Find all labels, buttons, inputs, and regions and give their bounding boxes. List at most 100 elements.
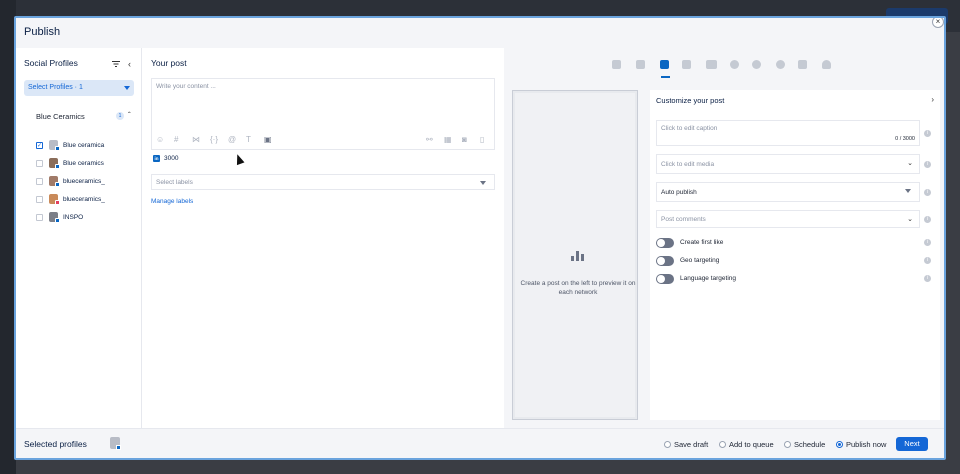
manage-labels-link[interactable]: Manage labels: [151, 198, 193, 205]
caption-field[interactable]: Click to edit caption 0 / 3000: [656, 120, 920, 146]
selected-profiles-label: Selected profiles: [24, 439, 87, 449]
info-icon[interactable]: i: [924, 275, 931, 282]
profile-checkbox[interactable]: [36, 178, 43, 185]
close-icon[interactable]: ×: [932, 18, 944, 28]
chevron-down-icon: [124, 86, 130, 90]
camera-icon[interactable]: ◙: [462, 135, 467, 144]
profile-group-name: Blue Ceramics: [36, 112, 85, 121]
select-profiles-label: Select Profiles · 1: [28, 84, 83, 91]
text-format-icon[interactable]: T: [246, 135, 251, 144]
instagram-icon[interactable]: [636, 60, 645, 69]
collapse-panel-icon[interactable]: ‹: [128, 59, 131, 69]
profile-item[interactable]: ✓ Blue ceramica: [36, 140, 136, 152]
publish-mode-select[interactable]: Auto publish: [656, 182, 920, 202]
profile-name: blueceramics_: [63, 196, 105, 203]
info-icon[interactable]: i: [924, 189, 931, 196]
profile-name: Blue ceramics: [63, 160, 104, 167]
radio-button[interactable]: [719, 441, 726, 448]
preview-customize-panel: Create a post on the left to preview it …: [504, 48, 944, 428]
mouse-cursor: [233, 152, 245, 166]
modal-header: Publish ×: [16, 18, 944, 48]
chevron-up-icon[interactable]: ˆ: [128, 111, 131, 120]
linkedin-icon[interactable]: [660, 60, 669, 69]
chevron-down-icon: ⌄: [907, 160, 913, 167]
info-icon[interactable]: i: [924, 257, 931, 264]
post-comments-field[interactable]: Post comments ⌄: [656, 210, 920, 228]
chevron-down-icon: [905, 189, 911, 193]
pinterest-icon[interactable]: [752, 60, 761, 69]
profile-checkbox[interactable]: [36, 196, 43, 203]
profile-item[interactable]: INSPO: [36, 212, 136, 224]
toggle-label: Language targeting: [680, 275, 737, 282]
pinterest-alt-icon[interactable]: [776, 60, 785, 69]
info-icon[interactable]: i: [924, 216, 931, 223]
filter-icon[interactable]: [112, 60, 120, 68]
your-post-panel: Your post Write your content ... ☺ # ⋈ {…: [143, 48, 503, 428]
radio-button[interactable]: [784, 441, 791, 448]
tiktok-icon[interactable]: [798, 60, 807, 69]
caption-placeholder: Click to edit caption: [661, 125, 718, 132]
publish-mode-value: Auto publish: [661, 189, 697, 196]
ai-assist-icon[interactable]: ⋈: [192, 135, 200, 144]
radio-button[interactable]: [836, 441, 843, 448]
labels-select[interactable]: Select labels: [151, 174, 495, 190]
gif-icon[interactable]: ▣: [264, 135, 272, 144]
profile-item[interactable]: blueceramics_: [36, 176, 136, 188]
labels-placeholder: Select labels: [156, 179, 193, 186]
link-icon[interactable]: ⚯: [426, 135, 433, 144]
toggle-label: Geo targeting: [680, 257, 720, 264]
linkedin-icon: in: [153, 155, 160, 162]
select-profiles-dropdown[interactable]: Select Profiles · 1: [24, 80, 134, 96]
facebook-icon[interactable]: [612, 60, 621, 69]
youtube-icon[interactable]: [706, 60, 717, 69]
customize-header[interactable]: Customize your post ›: [650, 90, 940, 110]
radio-label: Schedule: [794, 440, 826, 449]
linkedin-icon: [116, 445, 121, 450]
post-content-editor[interactable]: Write your content ... ☺ # ⋈ {·} @ T ▣ ⚯…: [151, 78, 495, 150]
profile-name: INSPO: [63, 214, 84, 221]
profile-checkbox[interactable]: [36, 214, 43, 221]
image-icon[interactable]: ▦: [444, 135, 452, 144]
twitter-icon[interactable]: [682, 60, 691, 69]
profile-group-blue-ceramics[interactable]: Blue Ceramics 1 ˆ: [34, 110, 138, 122]
chevron-right-icon[interactable]: ›: [931, 95, 934, 104]
profile-item[interactable]: blueceramics_: [36, 194, 136, 206]
next-button[interactable]: Next: [896, 437, 928, 451]
hashtag-icon[interactable]: #: [174, 135, 178, 144]
toggle-switch[interactable]: [656, 274, 674, 284]
emoji-icon[interactable]: ☺: [156, 135, 164, 144]
info-icon[interactable]: i: [924, 239, 931, 246]
modal-footer: Selected profiles Save draft Add to queu…: [16, 428, 944, 458]
radio-label: Add to queue: [729, 440, 774, 449]
radio-button[interactable]: [664, 441, 671, 448]
social-profiles-panel: Social Profiles ‹ Select Profiles · 1 Bl…: [16, 48, 142, 428]
preview-empty-text: Create a post on the left to preview it …: [520, 280, 636, 296]
toggle-label: Create first like: [680, 239, 724, 246]
avatar: [110, 437, 121, 450]
customize-post-card: Customize your post › Click to edit capt…: [650, 90, 940, 420]
document-icon[interactable]: ▯: [480, 135, 484, 144]
character-count: 3000: [164, 155, 179, 162]
profile-group-count-badge: 1: [116, 112, 124, 120]
toggle-switch[interactable]: [656, 238, 674, 248]
mention-icon[interactable]: @: [228, 135, 236, 144]
caption-count: 0 / 3000: [895, 136, 915, 142]
chevron-down-icon: [480, 181, 486, 185]
radio-label: Publish now: [846, 440, 887, 449]
variable-icon[interactable]: {·}: [210, 135, 218, 144]
linkedin-icon: [55, 218, 60, 223]
toggle-switch[interactable]: [656, 256, 674, 266]
info-icon[interactable]: i: [924, 161, 931, 168]
linkedin-icon: [55, 146, 60, 151]
profile-checkbox[interactable]: [36, 160, 43, 167]
google-icon[interactable]: [730, 60, 739, 69]
info-icon[interactable]: i: [924, 130, 931, 137]
social-profiles-title: Social Profiles: [24, 58, 78, 68]
profile-checkbox[interactable]: ✓: [36, 142, 43, 149]
post-comments-placeholder: Post comments: [661, 216, 706, 223]
active-tab-indicator: [661, 76, 670, 78]
instagram-icon: [55, 200, 60, 205]
snapchat-icon[interactable]: [822, 60, 831, 69]
profile-item[interactable]: Blue ceramics: [36, 158, 136, 170]
media-field[interactable]: Click to edit media ⌄: [656, 154, 920, 174]
